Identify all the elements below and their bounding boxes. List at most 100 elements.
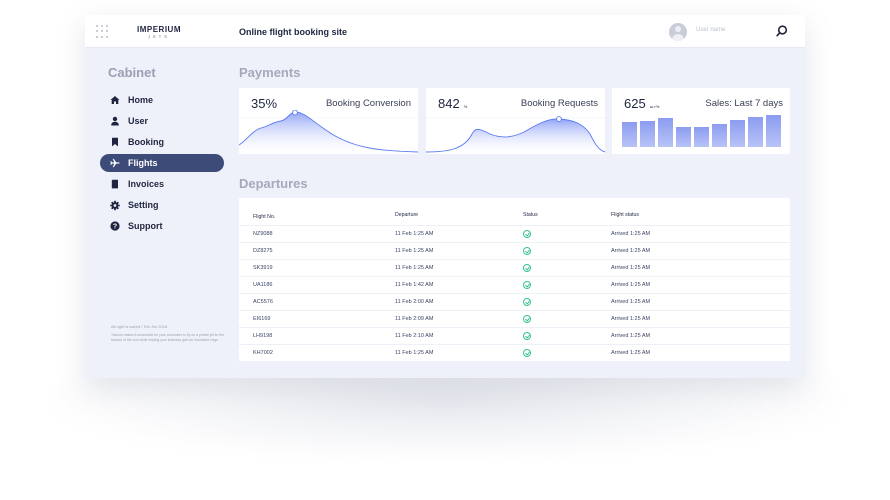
flight-status: Arrived 1:25 AM xyxy=(611,299,651,305)
departure-time: 11 Feb 2:10 AM xyxy=(395,333,434,339)
departures-table: Flight No. Departure Status Flight statu… xyxy=(239,198,790,361)
chart-point-marker xyxy=(292,110,298,116)
departure-time: 11 Feb 1:25 AM xyxy=(395,248,434,254)
username-label[interactable]: User name xyxy=(696,27,725,33)
user-icon xyxy=(110,116,120,126)
flight-number: LH9198 xyxy=(253,333,273,339)
sidebar-item-setting[interactable]: Setting xyxy=(100,196,224,214)
flight-number: SK3919 xyxy=(253,265,273,271)
departure-time: 11 Feb 1:25 AM xyxy=(395,231,434,237)
status-check-icon xyxy=(523,315,531,323)
logo-subtitle: JETS xyxy=(148,34,170,39)
apps-grid-icon[interactable] xyxy=(96,25,110,39)
table-row[interactable]: KH7002 11 Feb 1:25 AM Arrived 1:25 AM xyxy=(239,344,790,361)
sidebar-item-home[interactable]: Home xyxy=(100,91,224,109)
sidebar-item-user[interactable]: User xyxy=(100,112,224,130)
help-icon: ? xyxy=(110,221,120,231)
footer-description: Tokuma makes it accessible for your cust… xyxy=(111,333,225,342)
flight-number: UA1186 xyxy=(253,282,273,288)
logo[interactable]: IMPERIUM JETS xyxy=(129,25,189,39)
sidebar-item-label: Flights xyxy=(128,158,158,168)
table-row[interactable]: LH9198 11 Feb 2:10 AM Arrived 1:25 AM xyxy=(239,327,790,344)
status-check-icon xyxy=(523,281,531,289)
flight-status: Arrived 1:25 AM xyxy=(611,282,651,288)
table-row[interactable]: SK3919 11 Feb 1:25 AM Arrived 1:25 AM xyxy=(239,259,790,276)
column-header-status[interactable]: Status xyxy=(523,212,538,218)
flight-number: KH7002 xyxy=(253,350,273,356)
flight-status: Arrived 1:25 AM xyxy=(611,265,651,271)
plane-icon xyxy=(110,158,120,168)
departure-time: 11 Feb 1:25 AM xyxy=(395,350,434,356)
sales-bar xyxy=(640,121,655,147)
sales-bar xyxy=(658,118,673,147)
sidebar-item-booking[interactable]: Booking xyxy=(100,133,224,151)
top-bar: IMPERIUM JETS Online flight booking site… xyxy=(85,15,805,48)
status-check-icon xyxy=(523,332,531,340)
card-value-number: 35% xyxy=(251,96,278,111)
flight-status: Arrived 1:25 AM xyxy=(611,350,651,356)
flight-number: AC5576 xyxy=(253,299,273,305)
logo-wordmark: IMPERIUM xyxy=(137,25,181,34)
departure-time: 11 Feb 1:25 AM xyxy=(395,265,434,271)
status-check-icon xyxy=(523,349,531,357)
svg-text:?: ? xyxy=(113,223,117,230)
bookmark-icon xyxy=(110,137,120,147)
avatar[interactable] xyxy=(669,23,687,41)
sidebar-item-invoices[interactable]: Invoices xyxy=(100,175,224,193)
flight-status: Arrived 1:25 AM xyxy=(611,316,651,322)
card-label: Booking Conversion xyxy=(325,98,411,109)
flight-number: DZ8275 xyxy=(253,248,273,254)
site-title: Online flight booking site xyxy=(239,27,347,37)
flight-status: Arrived 1:25 AM xyxy=(611,248,651,254)
sidebar-item-support[interactable]: ? Support xyxy=(100,217,224,235)
sales-bar xyxy=(694,127,709,147)
table-row[interactable]: NZ9088 11 Feb 1:25 AM Arrived 1:25 AM xyxy=(239,225,790,242)
home-icon xyxy=(110,95,120,105)
table-row[interactable]: EI6169 11 Feb 2:09 AM Arrived 1:25 AM xyxy=(239,310,790,327)
card-value: 35% xyxy=(251,96,277,111)
sidebar-item-label: Invoices xyxy=(128,179,165,189)
table-row[interactable]: UA1186 11 Feb 1:42 AM Arrived 1:25 AM xyxy=(239,276,790,293)
flight-status: Arrived 1:25 AM xyxy=(611,231,651,237)
file-icon xyxy=(110,179,120,189)
departure-time: 11 Feb 2:00 AM xyxy=(395,299,434,305)
column-header-flight-no[interactable]: Flight No. xyxy=(253,214,275,220)
sidebar-item-flights[interactable]: Flights xyxy=(100,154,224,172)
sales-bar xyxy=(712,124,727,147)
sidebar-footer: All right is saved / Tob Jim 2018 Tokuma… xyxy=(111,324,226,342)
sales-bar xyxy=(730,120,745,147)
status-check-icon xyxy=(523,247,531,255)
sidebar-title: Cabinet xyxy=(108,65,156,80)
status-check-icon xyxy=(523,264,531,272)
sales-bar xyxy=(748,117,763,147)
chart-point-marker xyxy=(556,116,562,122)
sidebar-item-label: Setting xyxy=(128,200,159,210)
sales-last-7-days-card[interactable]: 625 ш.т% Sales: Last 7 days xyxy=(612,88,790,154)
card-value: 842% xyxy=(438,96,467,111)
table-row[interactable]: AC5576 11 Feb 2:00 AM Arrived 1:25 AM xyxy=(239,293,790,310)
column-header-flight-status[interactable]: Flight status xyxy=(611,212,639,218)
copyright-text: All right is saved / Tob Jim 2018 xyxy=(111,324,168,329)
departure-time: 11 Feb 1:42 AM xyxy=(395,282,434,288)
requests-area-chart xyxy=(426,116,605,154)
flight-number: EI6169 xyxy=(253,316,271,322)
sidebar-item-label: User xyxy=(128,116,149,126)
sidebar-nav: Home User Booking Flights Invoices Setti… xyxy=(100,91,224,238)
app-window: IMPERIUM JETS Online flight booking site… xyxy=(85,15,805,378)
sidebar-item-label: Home xyxy=(128,95,154,105)
status-check-icon xyxy=(523,298,531,306)
sales-bar-chart xyxy=(622,107,784,147)
table-row[interactable]: DZ8275 11 Feb 1:25 AM Arrived 1:25 AM xyxy=(239,242,790,259)
booking-conversion-card[interactable]: 35% Booking Conversion xyxy=(239,88,418,154)
flight-status: Arrived 1:25 AM xyxy=(611,333,651,339)
search-icon[interactable] xyxy=(775,24,789,38)
booking-requests-card[interactable]: 842% Booking Requests xyxy=(426,88,605,154)
sales-bar xyxy=(766,115,781,147)
departures-title: Departures xyxy=(239,176,308,191)
sidebar-item-label: Support xyxy=(128,221,163,231)
column-header-departure[interactable]: Departure xyxy=(395,212,418,218)
card-value-number: 842 xyxy=(438,96,460,111)
payments-title: Payments xyxy=(239,65,301,80)
flight-number: NZ9088 xyxy=(253,231,273,237)
card-label: Booking Requests xyxy=(520,98,598,109)
